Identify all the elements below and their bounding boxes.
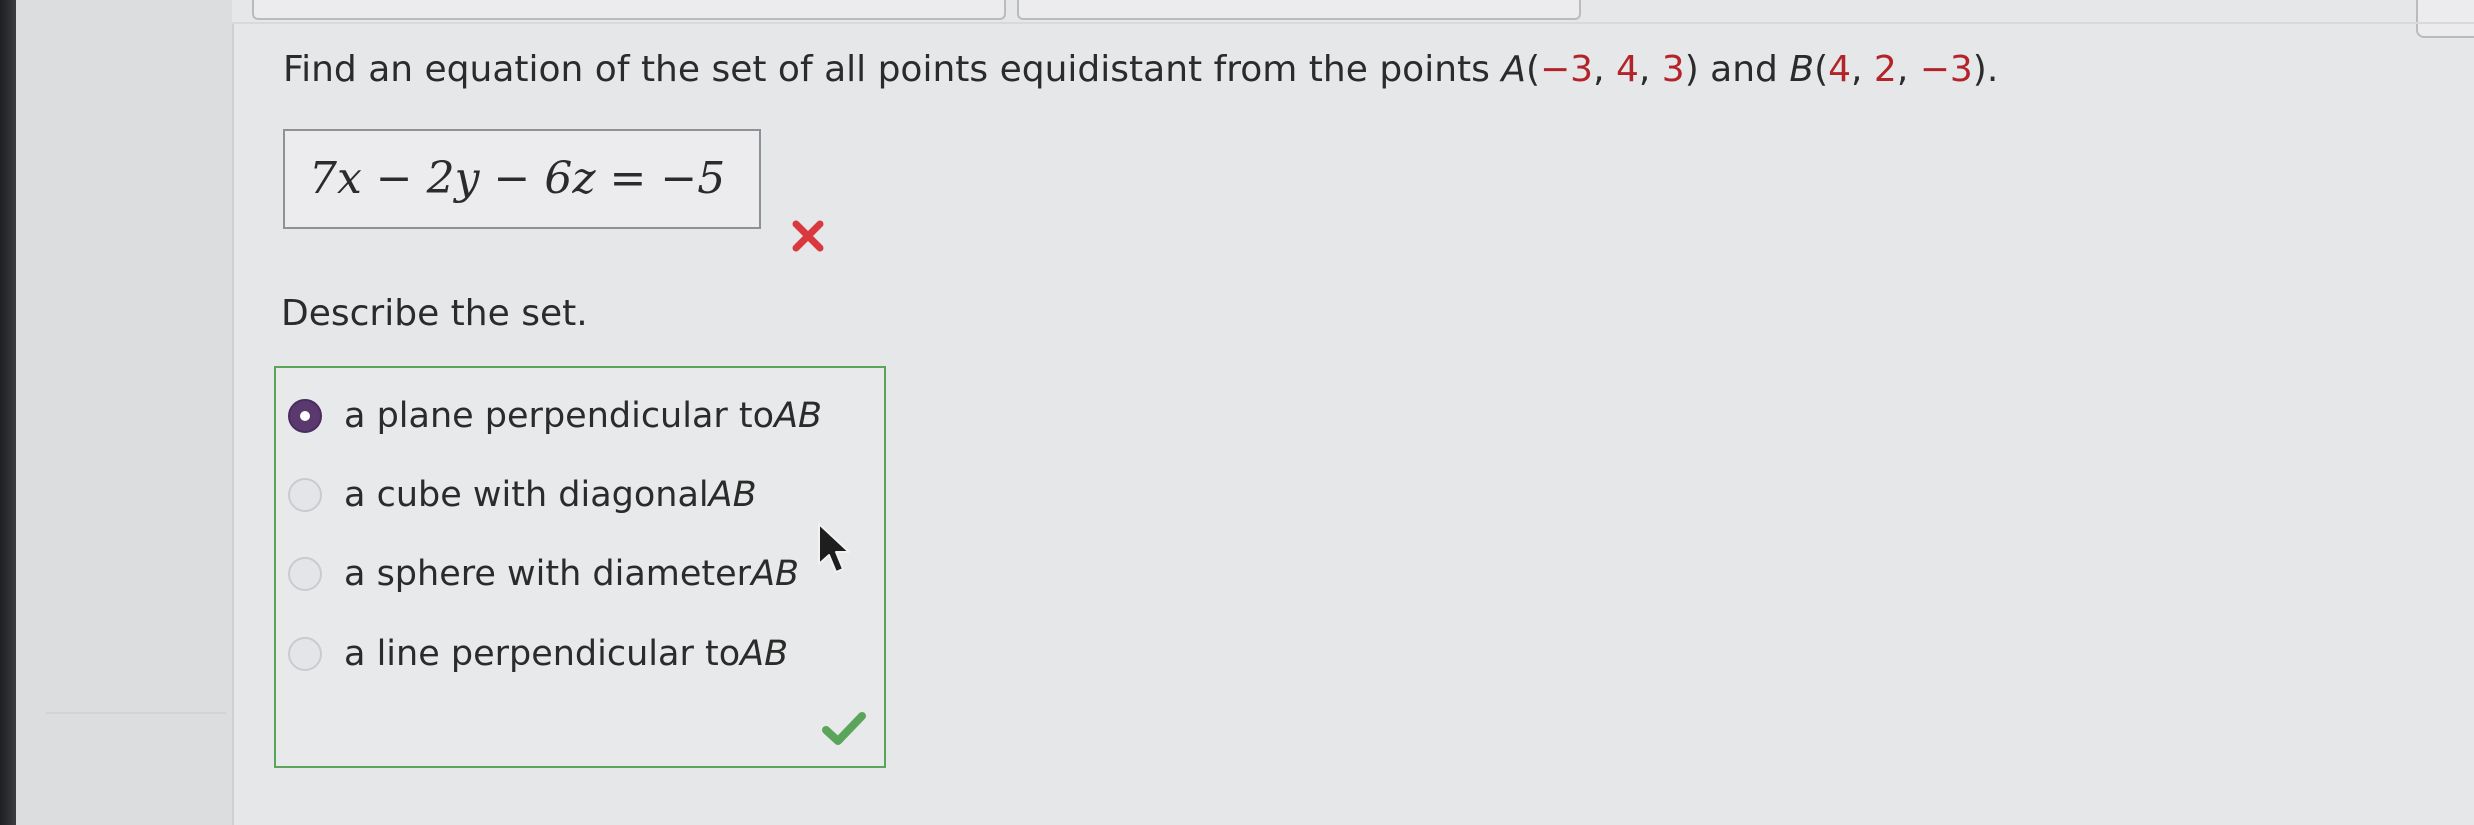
separator: , (1896, 49, 1920, 90)
correct-check-icon (822, 712, 866, 745)
describe-prompt: Describe the set. (281, 293, 588, 334)
radio-selected-icon[interactable] (288, 399, 322, 433)
top-toolbar (232, 0, 2474, 22)
point-a-z: 3 (1661, 49, 1685, 90)
top-right-button[interactable] (2416, 0, 2474, 38)
radio-empty-icon[interactable] (288, 637, 322, 671)
separator: , (1638, 49, 1662, 90)
point-a-x: −3 (1540, 49, 1594, 90)
point-b-z: −3 (1919, 49, 1973, 90)
question-prefix: Find an equation of the set of all point… (283, 49, 1502, 90)
option-label: a plane perpendicular to (344, 396, 775, 436)
radio-empty-icon[interactable] (288, 557, 322, 591)
mouse-cursor-icon (818, 523, 850, 573)
divider (232, 22, 2474, 24)
separator: , (1593, 49, 1616, 90)
point-b-y: 2 (1873, 49, 1897, 90)
option-label-ab: AB (774, 396, 823, 436)
option-cube[interactable]: a cube with diagonal AB (288, 467, 757, 523)
top-tab-left[interactable] (252, 0, 1006, 20)
option-label-ab: AB (751, 554, 800, 594)
point-b-open: ( (1814, 49, 1829, 90)
screen-bezel (0, 0, 16, 825)
point-a-label: A (1501, 49, 1526, 90)
radio-empty-icon[interactable] (288, 478, 322, 512)
top-tab-middle[interactable] (1017, 0, 1581, 20)
option-line[interactable]: a line perpendicular to AB (288, 626, 788, 682)
point-a-y: 4 (1615, 49, 1639, 90)
point-b-x: 4 (1828, 49, 1852, 90)
answer-input[interactable]: 7x − 2y − 6z = −5 (283, 129, 761, 229)
option-label: a sphere with diameter (344, 554, 752, 594)
option-label: a line perpendicular to (344, 634, 741, 674)
point-a-close: ) (1684, 49, 1699, 90)
wrong-x-icon (792, 220, 824, 252)
question-connector: and (1698, 49, 1790, 90)
option-label-ab: AB (740, 634, 789, 674)
separator: , (1851, 49, 1874, 90)
option-sphere[interactable]: a sphere with diameter AB (288, 546, 799, 602)
options-group: a plane perpendicular to AB a cube with … (274, 366, 886, 768)
divider (46, 712, 226, 714)
point-b-label: B (1789, 49, 1815, 90)
point-b-close: ). (1972, 49, 1999, 90)
option-label-ab: AB (708, 475, 757, 515)
option-label: a cube with diagonal (344, 475, 709, 515)
question-text: Find an equation of the set of all point… (283, 46, 2434, 94)
point-a-open: ( (1525, 49, 1541, 90)
left-margin (16, 0, 234, 825)
answer-equation: 7x − 2y − 6z = −5 (309, 153, 726, 204)
option-plane[interactable]: a plane perpendicular to AB (288, 388, 822, 444)
